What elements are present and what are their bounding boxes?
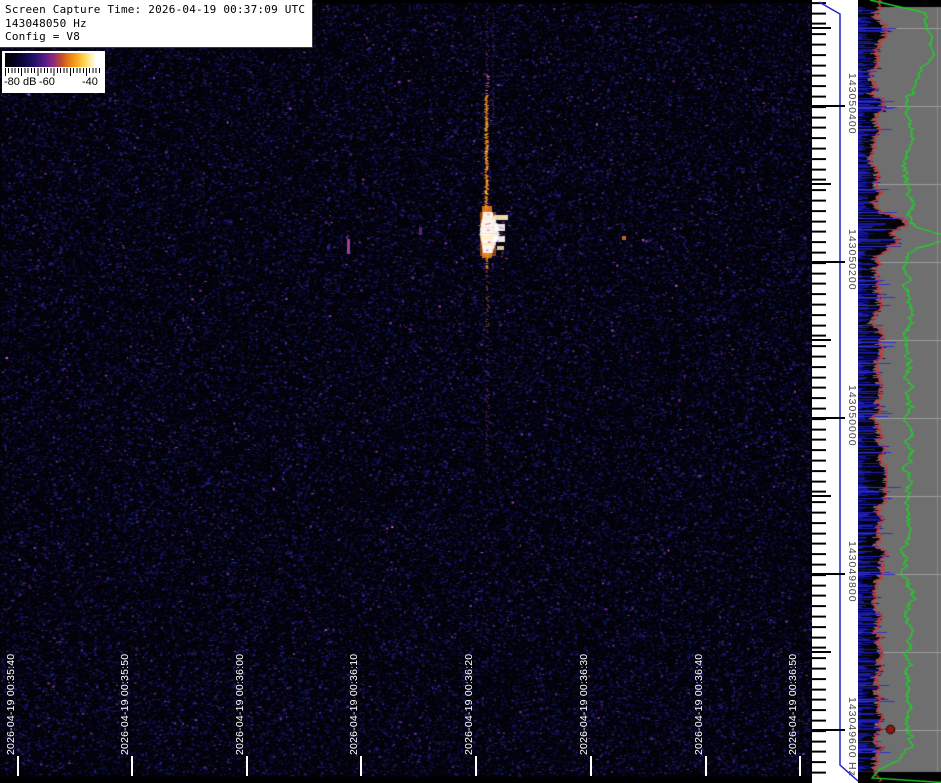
freq-mid-tick bbox=[812, 183, 831, 185]
freq-mid-tick bbox=[812, 651, 831, 653]
freq-axis-label: 143049600 bbox=[846, 697, 858, 759]
freq-major-tick bbox=[812, 105, 845, 107]
amplitude-colorbar: -80 dB -60 -40 bbox=[2, 51, 105, 93]
spectrogram-waterfall[interactable] bbox=[0, 0, 812, 783]
freq-major-tick bbox=[812, 261, 845, 263]
frequency-ruler[interactable]: Hz 143050400 143050200 143050000 143049800 1… bbox=[812, 0, 858, 783]
freq-axis-label: 143049800 bbox=[846, 541, 858, 603]
colorbar-label: -60 bbox=[39, 76, 55, 88]
freq-mid-tick bbox=[812, 495, 831, 497]
capture-info-box: Screen Capture Time: 2026-04-19 00:37:09… bbox=[0, 0, 313, 48]
freq-axis-label: 143050400 bbox=[846, 73, 858, 135]
freq-mid-tick bbox=[812, 27, 831, 29]
spectrum-graph[interactable] bbox=[858, 0, 941, 783]
colorbar-label: -40 bbox=[82, 76, 98, 88]
colorbar-gradient[interactable] bbox=[5, 53, 102, 67]
freq-axis-label: 143050000 bbox=[846, 385, 858, 447]
colorbar-label: -80 dB bbox=[4, 76, 37, 88]
freq-major-tick bbox=[812, 417, 845, 419]
config-text: Config = V8 bbox=[5, 30, 81, 43]
colorbar-ticks bbox=[5, 68, 102, 76]
freq-major-tick bbox=[812, 573, 845, 575]
freq-mid-tick bbox=[812, 339, 831, 341]
freq-axis-unit: Hz bbox=[846, 762, 858, 777]
center-frequency-text: 143048050 Hz bbox=[5, 16, 87, 30]
capture-time-text: Screen Capture Time: 2026-04-19 00:37:09… bbox=[5, 3, 306, 16]
spectrum-lab-window: Screen Capture Time: 2026-04-19 00:37:09… bbox=[0, 0, 941, 783]
freq-axis-label: 143050200 bbox=[846, 229, 858, 291]
freq-major-tick bbox=[812, 729, 845, 731]
